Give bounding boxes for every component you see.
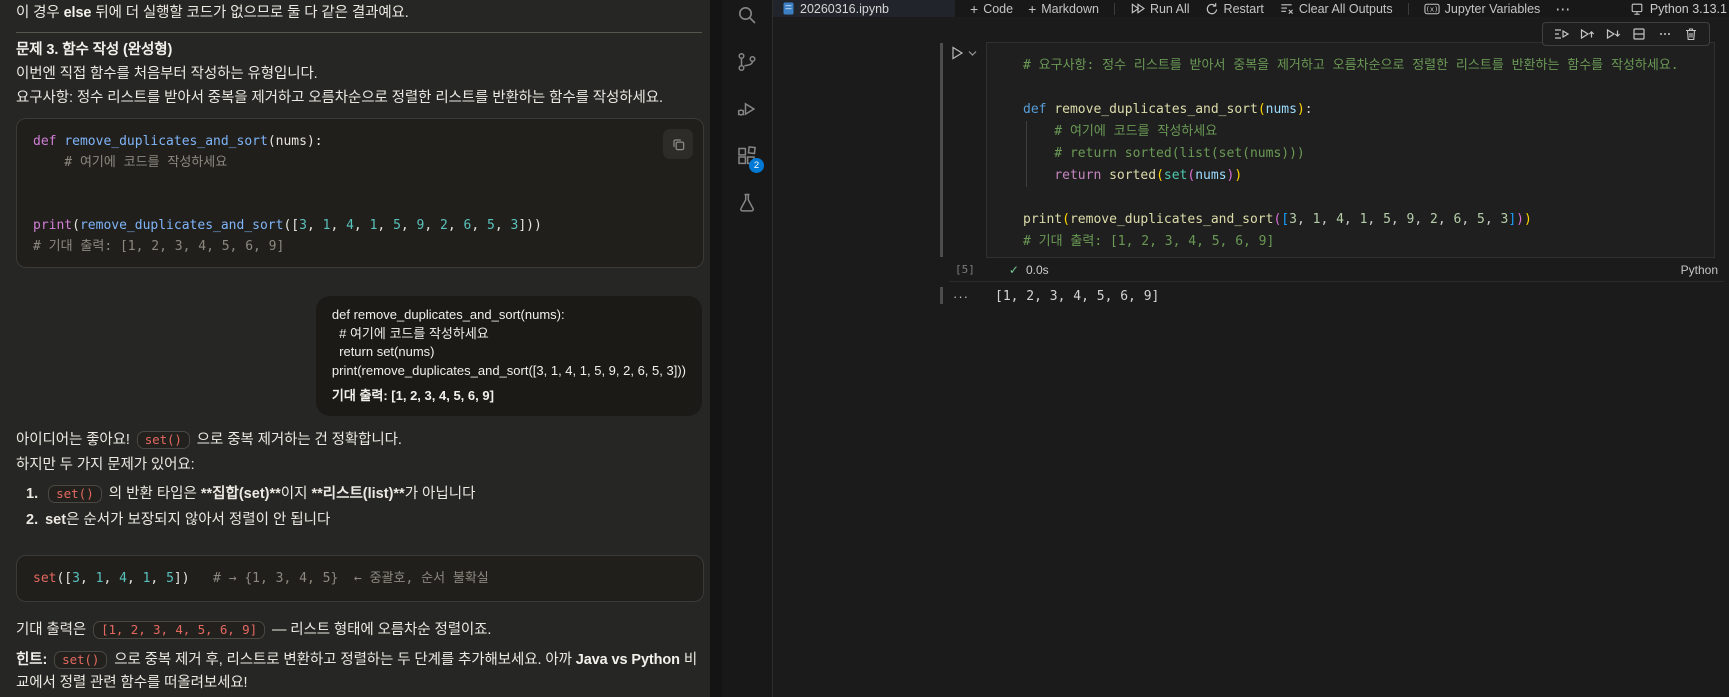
code-content: def remove_duplicates_and_sort(nums): # … [33, 134, 542, 254]
cell-focus-indicator [940, 43, 943, 257]
copy-button[interactable] [663, 129, 693, 159]
split-cell-icon [1633, 28, 1645, 40]
list-item: 2. set은 순서가 보장되지 않아서 정렬이 안 됩니다 [26, 507, 702, 533]
run-cell-button[interactable] [949, 45, 977, 61]
more-actions-button[interactable]: ⋯ [1555, 0, 1571, 18]
tab-notebook-file[interactable]: 20260316.ipynb [773, 0, 955, 17]
clear-all-outputs-button[interactable]: Clear All Outputs [1279, 1, 1393, 16]
run-cell-icon [952, 46, 964, 60]
clear-outputs-icon [1281, 4, 1293, 15]
chat-paragraph: 이번엔 직접 함수를 처음부터 작성하는 유형입니다. [16, 66, 318, 82]
cell-language-picker[interactable]: Python [1681, 263, 1724, 277]
plus-icon: + [970, 0, 979, 17]
sidebar-item-run-debug[interactable] [723, 85, 771, 132]
delete-cell-button[interactable] [1678, 23, 1704, 45]
kernel-icon [1631, 3, 1643, 15]
variables-icon: (x) [1424, 3, 1440, 14]
list-item: 1. set() 의 반환 타입은 **집합(set)**이지 **리스트(li… [26, 481, 702, 507]
execution-duration: 0.0s [1025, 262, 1049, 277]
restart-icon [1206, 2, 1217, 14]
cell-toolbar [1542, 22, 1710, 46]
copy-icon [672, 138, 684, 150]
extensions-badge: 2 [749, 158, 764, 173]
indent-guide [1026, 121, 1027, 187]
chat-paragraph-hint: 힌트: set() 으로 중복 제거 후, 리스트로 변환하고 정렬하는 두 단… [16, 650, 698, 691]
run-by-line-button[interactable] [1548, 23, 1574, 45]
search-icon [739, 6, 756, 24]
list-item-text: set은 순서가 보장되지 않아서 정렬이 안 됩니다 [45, 511, 331, 528]
run-by-line-icon [1555, 29, 1569, 39]
toolbar-separator [1407, 2, 1409, 15]
svg-text:(x): (x) [1425, 4, 1438, 13]
panel-gap [710, 0, 722, 697]
add-markdown-label: Markdown [1041, 1, 1099, 16]
list-item-text: set() 의 반환 타입은 **집합(set)**이지 **리스트(list)… [45, 481, 475, 507]
cell-status-bar: [5] ✓ 0.0s Python [949, 258, 1724, 282]
run-all-label: Run All [1149, 1, 1190, 16]
source-control-icon [738, 52, 756, 71]
more-actions-icon: ⋯ [1555, 0, 1572, 18]
execute-above-icon [1580, 28, 1595, 40]
sidebar-item-extensions[interactable]: 2 [723, 132, 771, 179]
execute-above-button[interactable] [1574, 23, 1600, 45]
execute-below-button[interactable] [1600, 23, 1626, 45]
code-content: set([3, 1, 4, 1, 5]) # → {1, 3, 4, 5} ← … [33, 570, 489, 586]
test-beaker-icon [740, 193, 754, 212]
chevron-down-icon [968, 50, 977, 56]
kernel-label: Python 3.13.1 [1649, 1, 1727, 16]
success-check-icon: ✓ [1008, 262, 1019, 277]
output-options-icon[interactable]: ··· [949, 289, 969, 304]
list-marker: 2. [26, 511, 39, 528]
problem-list: 1. set() 의 반환 타입은 **집합(set)**이지 **리스트(li… [26, 481, 702, 533]
restart-label: Restart [1223, 1, 1264, 16]
restart-kernel-button[interactable]: Restart [1205, 2, 1264, 16]
run-all-icon [1131, 3, 1145, 14]
variables-label: Jupyter Variables [1444, 1, 1541, 16]
user-message-bubble: def remove_duplicates_and_sort(nums): # … [315, 296, 702, 416]
screenshot-root: 이 경우 else 뒤에 더 실행할 코드가 없으므로 둘 다 같은 결과예요.… [0, 0, 1729, 697]
sidebar-item-source-control[interactable] [723, 38, 771, 85]
execute-below-icon [1606, 28, 1621, 40]
notebook-file-icon [783, 2, 794, 15]
cell-editor[interactable]: # 요구사항: 정수 리스트를 받아서 중복을 제거하고 오름차순으로 정렬한 … [987, 43, 1714, 253]
more-cell-actions-button[interactable] [1652, 23, 1678, 45]
clear-outputs-label: Clear All Outputs [1298, 1, 1393, 16]
cell-output: ··· [1, 2, 3, 4, 5, 6, 9] [949, 284, 1159, 308]
list-marker: 1. [26, 485, 39, 502]
output-text: [1, 2, 3, 4, 5, 6, 9] [995, 288, 1160, 304]
section-divider [16, 32, 702, 33]
problem-heading: 문제 3. 함수 작성 (완성형) [16, 42, 173, 58]
tab-label: 20260316.ipynb [800, 1, 889, 16]
notebook-toolbar: + Code + Markdown Run All Restart Clear … [970, 0, 1729, 18]
code-cell[interactable]: # 요구사항: 정수 리스트를 받아서 중복을 제거하고 오름차순으로 정렬한 … [986, 42, 1715, 258]
notebook-topbar: 20260316.ipynb + Code + Markdown Run All [773, 0, 1729, 18]
code-block-problem: def remove_duplicates_and_sort(nums): # … [16, 118, 704, 268]
add-code-cell-button[interactable]: + Code [970, 2, 1013, 16]
chat-panel: 이 경우 else 뒤에 더 실행할 코드가 없으므로 둘 다 같은 결과예요.… [0, 0, 710, 697]
chat-paragraph-problems: 하지만 두 가지 문제가 있어요: [16, 456, 195, 473]
toolbar-separator [1113, 2, 1115, 15]
plus-icon: + [1028, 0, 1037, 17]
output-focus-indicator [940, 287, 943, 304]
code-block-set-example: set([3, 1, 4, 1, 5]) # → {1, 3, 4, 5} ← … [16, 554, 704, 602]
sidebar-item-search[interactable] [723, 0, 771, 38]
notebook-editor: 20260316.ipynb + Code + Markdown Run All [773, 0, 1729, 697]
split-cell-button[interactable] [1626, 23, 1652, 45]
add-code-label: Code [983, 1, 1014, 16]
execution-count: [5] [955, 263, 975, 276]
chat-paragraph-expected: 기대 출력은 [1, 2, 3, 4, 5, 6, 9] — 리스트 형태에 오… [16, 620, 492, 639]
kernel-picker[interactable]: Python 3.13.1 [1630, 2, 1729, 16]
run-all-button[interactable]: Run All [1130, 1, 1190, 16]
chat-paragraph-requirement: 요구사항: 정수 리스트를 받아서 중복을 제거하고 오름차순으로 정렬한 리스… [16, 90, 663, 106]
chat-paragraph-feedback: 아이디어는 좋아요! set() 으로 중복 제거하는 건 정확합니다. [16, 430, 402, 449]
add-markdown-cell-button[interactable]: + Markdown [1028, 2, 1099, 16]
activity-bar: 2 [722, 0, 773, 697]
run-debug-icon [737, 101, 756, 116]
chat-paragraph-intro: 이 경우 else 뒤에 더 실행할 코드가 없으므로 둘 다 같은 결과예요. [16, 5, 409, 21]
delete-cell-icon [1686, 28, 1696, 41]
sidebar-item-testing[interactable] [723, 179, 771, 226]
more-actions-icon [1660, 33, 1670, 35]
jupyter-variables-button[interactable]: (x) Jupyter Variables [1424, 1, 1541, 16]
